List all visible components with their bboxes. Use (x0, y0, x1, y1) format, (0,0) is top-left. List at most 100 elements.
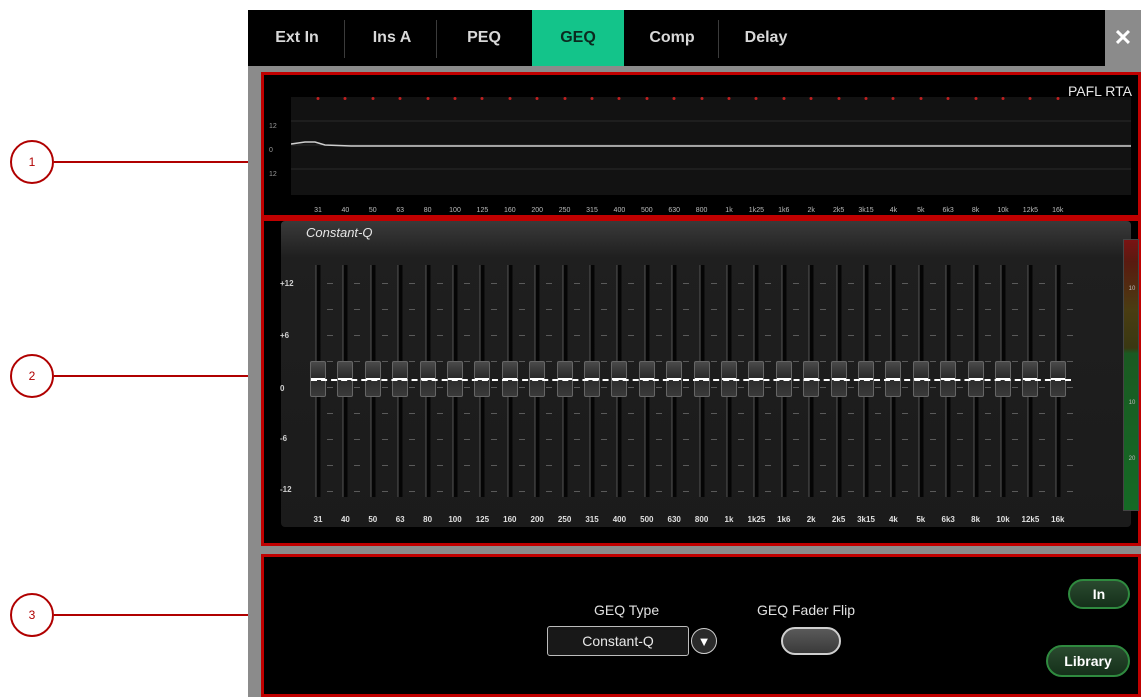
rta-freq-label: 8k (971, 207, 980, 214)
library-button[interactable]: Library (1046, 645, 1130, 677)
fader-tick (546, 413, 553, 414)
tab-peq[interactable]: PEQ (438, 10, 530, 66)
fader-freq-label: 100 (448, 515, 462, 524)
db-label-plus6: +6 (280, 331, 290, 340)
tab-ext-in[interactable]: Ext In (254, 10, 340, 66)
fader-tick (710, 491, 717, 492)
tab-delay[interactable]: Delay (720, 10, 812, 66)
fader-tick (765, 413, 772, 414)
fader-tick (820, 309, 827, 310)
fader-tick (628, 361, 635, 362)
fader-tick (820, 335, 827, 336)
fader-tick (601, 283, 607, 284)
fader-tick (792, 309, 799, 310)
fader-tick (546, 361, 553, 362)
fader-freq-label: 2k (806, 515, 816, 524)
fader-tick (683, 387, 690, 388)
tab-geq[interactable]: GEQ (532, 10, 624, 66)
fader-tick (710, 387, 717, 388)
fader-tick (1039, 309, 1046, 310)
fader-tick (1039, 413, 1046, 414)
fader-tick (354, 439, 361, 440)
fader-tick (984, 309, 991, 310)
rta-band-marker (919, 97, 923, 100)
fader-tick (902, 387, 909, 388)
in-button[interactable]: In (1068, 579, 1130, 609)
fader-tick (929, 439, 936, 440)
fader-tick (710, 439, 717, 440)
fader-tick (683, 361, 690, 362)
fader-tick (1066, 335, 1073, 336)
rta-freq-label: 31 (314, 207, 322, 214)
rta-graph (291, 97, 1131, 195)
fader-freq-label: 315 (585, 515, 599, 524)
db-label-minus12: -12 (280, 485, 292, 494)
fader-tick (354, 413, 361, 414)
rta-band-marker (974, 97, 978, 100)
fader-tick (902, 309, 909, 310)
rta-freq-label: 40 (341, 207, 350, 214)
dropdown-arrow-icon[interactable]: ▼ (691, 628, 717, 654)
rta-band-marker (754, 97, 758, 100)
fader-tick (929, 413, 936, 414)
fader-tick (738, 413, 744, 414)
fader-freq-label: 40 (340, 515, 350, 524)
tab-separator (436, 20, 437, 58)
fader-tick (628, 283, 635, 284)
fader-tick (546, 335, 553, 336)
geq-fader-flip-toggle[interactable] (781, 627, 841, 655)
fader-tick (738, 361, 744, 362)
fader-freq-label: 1k (724, 515, 734, 524)
fader-tick (354, 283, 361, 284)
fader-tick (436, 309, 443, 310)
fader-freq-label: 6k3 (941, 515, 955, 524)
rta-band-marker (672, 97, 676, 100)
fader-tick (710, 465, 717, 466)
fader-tick (655, 439, 662, 440)
fader-tick (957, 465, 964, 466)
fader-tick (436, 335, 443, 336)
fader-tick (601, 361, 607, 362)
fader-tick (984, 335, 991, 336)
fader-tick (847, 387, 854, 388)
fader-tick (655, 491, 662, 492)
fader-freq-label: 630 (667, 515, 681, 524)
fader-tick (573, 309, 580, 310)
rta-band-marker (480, 97, 484, 100)
fader-freq-label: 160 (503, 515, 517, 524)
fader-tick (327, 283, 333, 284)
rta-band-marker (645, 97, 649, 100)
fader-tick (518, 335, 525, 336)
fader-tick (847, 283, 854, 284)
meter-label: 10 (1128, 286, 1136, 292)
rta-freq-label: 16k (1052, 207, 1064, 214)
fader-tick (409, 283, 416, 284)
fader-freq-label: 31 (313, 515, 323, 524)
tab-ins-a[interactable]: Ins A (346, 10, 438, 66)
fader-tick (354, 387, 361, 388)
fader-tick (491, 439, 498, 440)
geq-type-label: GEQ Type (594, 602, 660, 618)
fader-tick (984, 439, 991, 440)
fader-tick (847, 413, 854, 414)
fader-tick (436, 491, 443, 492)
geq-type-select[interactable]: Constant-Q (547, 626, 689, 656)
close-icon[interactable]: ✕ (1105, 10, 1141, 66)
fader-tick (820, 283, 827, 284)
rta-band-marker (590, 97, 594, 100)
fader-tick (902, 465, 909, 466)
rta-freq-label: 4k (889, 207, 898, 214)
fader-tick (491, 335, 498, 336)
fader-tick (847, 309, 854, 310)
fader-tick (820, 387, 827, 388)
fader-tick (929, 283, 936, 284)
fader-tick (464, 413, 470, 414)
fader-tick (792, 361, 799, 362)
fader-tick (409, 387, 416, 388)
fader-tick (847, 465, 854, 466)
fader-tick (628, 309, 635, 310)
tab-comp[interactable]: Comp (626, 10, 718, 66)
rta-freq-label: 160 (503, 207, 516, 214)
fader-tick (1039, 439, 1046, 440)
fader-tick (464, 387, 470, 388)
